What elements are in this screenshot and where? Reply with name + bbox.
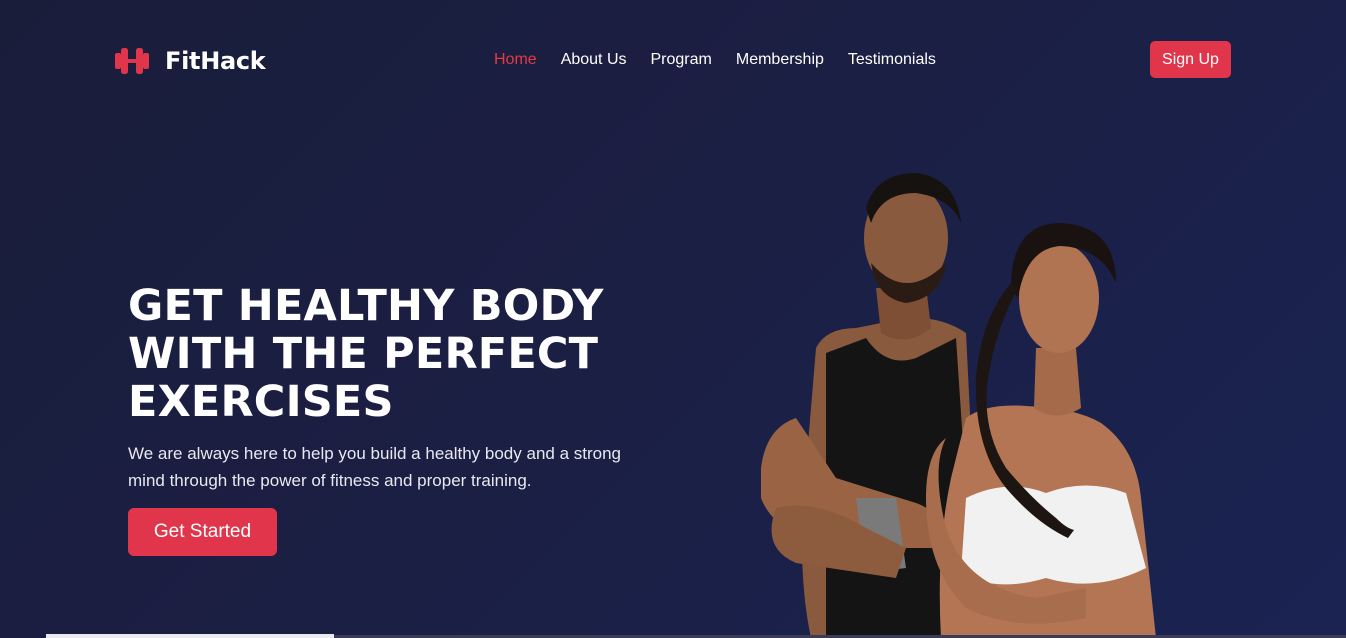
nav-home[interactable]: Home: [494, 50, 537, 70]
nav-program[interactable]: Program: [651, 50, 712, 70]
main-nav: Home About Us Program Membership Testimo…: [494, 50, 936, 70]
dumbbell-icon: [115, 48, 149, 74]
get-started-button[interactable]: Get Started: [128, 508, 277, 556]
brand-name: FitHack: [165, 47, 266, 75]
brand-logo[interactable]: FitHack: [113, 44, 266, 78]
hero-title: GET HEALTHY BODY WITH THE PERFECT EXERCI…: [128, 281, 604, 427]
nav-membership[interactable]: Membership: [736, 50, 824, 70]
scroll-indicator: [46, 634, 334, 638]
top-navigation-bar: FitHack Home About Us Program Membership…: [0, 0, 1346, 120]
hero-description: We are always here to help you build a h…: [128, 444, 621, 490]
hero-athletes-image: [761, 173, 1156, 638]
signup-button[interactable]: Sign Up: [1150, 41, 1231, 78]
nav-testimonials[interactable]: Testimonials: [848, 50, 936, 70]
nav-about-us[interactable]: About Us: [561, 50, 627, 70]
